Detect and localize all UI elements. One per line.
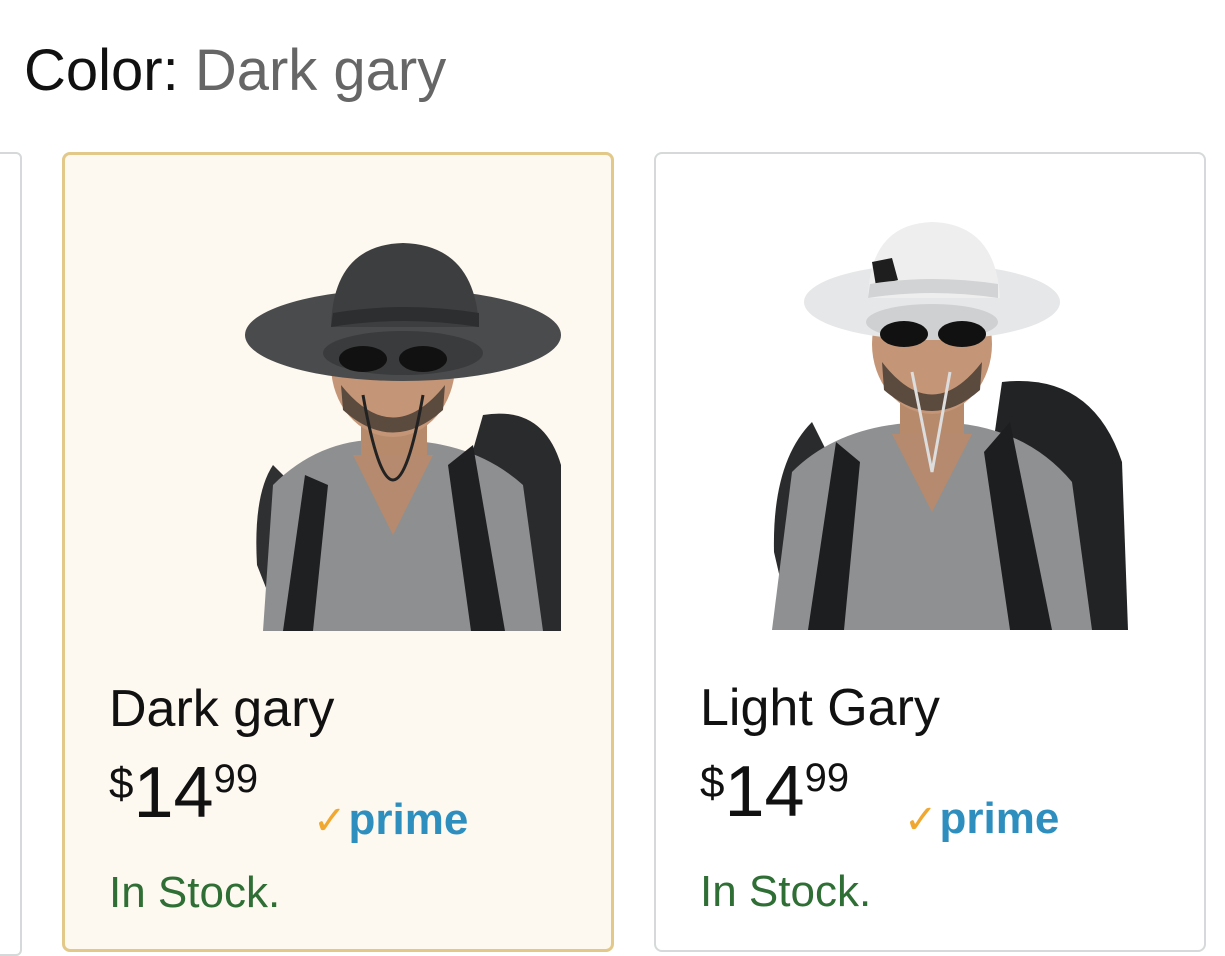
price-whole: 14 xyxy=(133,753,214,833)
prime-label: prime xyxy=(348,795,469,844)
product-image-dark-hat xyxy=(243,235,563,631)
option-name: Light Gary xyxy=(700,679,940,737)
prime-label: prime xyxy=(939,794,1060,843)
price-fraction: 99 xyxy=(804,756,850,800)
product-image-light-hat xyxy=(752,222,1132,630)
color-selection-heading: Color: Dark gary xyxy=(24,36,446,106)
price-whole: 14 xyxy=(724,752,805,832)
option-price: $1499 xyxy=(700,752,849,832)
availability-status: In Stock. xyxy=(109,868,281,917)
price-fraction: 99 xyxy=(213,757,259,801)
selected-color-value: Dark gary xyxy=(194,38,447,103)
color-option-dark-gary[interactable]: Dark gary $1499 ✓prime In Stock. xyxy=(62,152,614,952)
price-currency: $ xyxy=(700,758,725,807)
checkmark-icon: ✓ xyxy=(904,798,938,842)
prime-badge: ✓prime xyxy=(313,795,468,846)
option-name: Dark gary xyxy=(109,680,335,738)
color-label: Color: xyxy=(24,38,179,103)
option-price: $1499 xyxy=(109,753,258,833)
availability-status: In Stock. xyxy=(700,867,872,916)
prime-badge: ✓prime xyxy=(904,794,1059,845)
checkmark-icon: ✓ xyxy=(313,799,347,843)
color-option-light-gary[interactable]: Light Gary $1499 ✓prime In Stock. xyxy=(654,152,1206,952)
previous-option-card[interactable] xyxy=(0,152,22,956)
price-currency: $ xyxy=(109,759,134,808)
